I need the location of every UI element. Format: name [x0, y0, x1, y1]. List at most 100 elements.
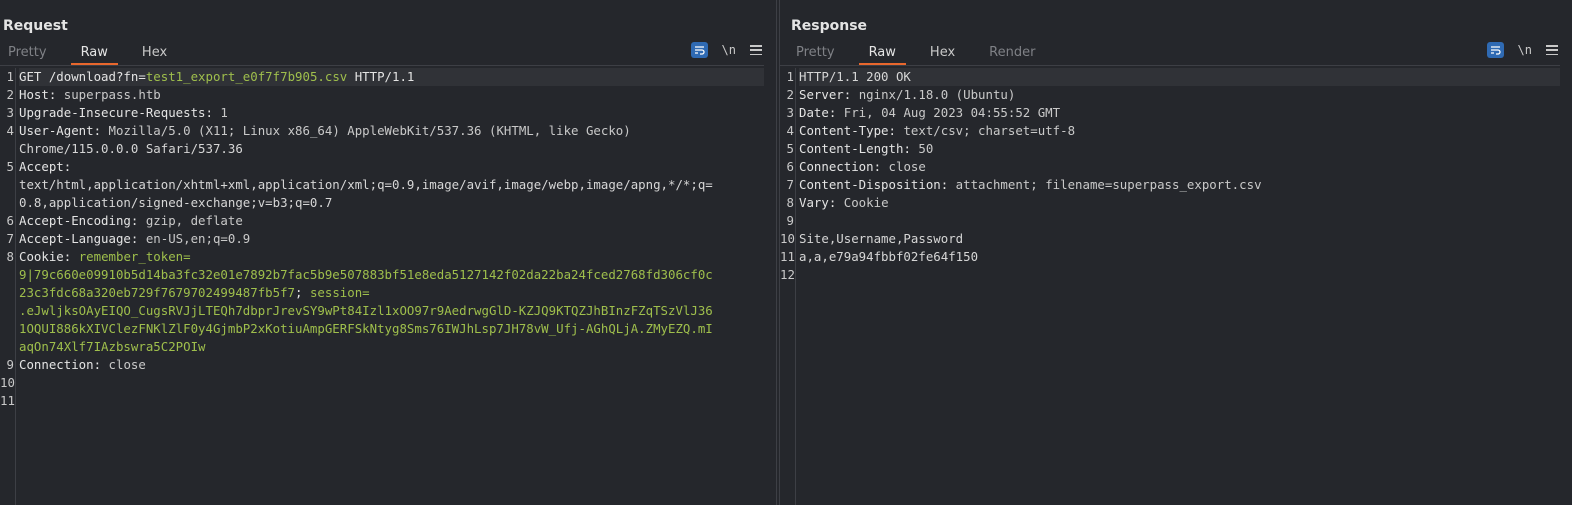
line-number: 2	[6, 87, 14, 102]
code-line[interactable]: 8 Cookie: remember_token=	[0, 248, 764, 266]
line-content: Upgrade-Insecure-Requests: 1	[19, 105, 228, 120]
request-tab-divider	[0, 65, 764, 66]
code-line[interactable]: 9 Connection: close	[0, 356, 764, 374]
header-value: Cookie	[843, 195, 889, 210]
header-value: 1	[220, 105, 228, 120]
response-tabs: Pretty Raw Hex Render	[788, 44, 1061, 66]
code-line[interactable]: 5 Content-Length: 50	[780, 140, 1560, 158]
code-line[interactable]: 7 Accept-Language: en-US,en;q=0.9	[0, 230, 764, 248]
header-value: Fri, 04 Aug 2023 04:55:52 GMT	[843, 105, 1061, 120]
line-content: Accept:	[19, 159, 79, 174]
wrap-icon	[1490, 46, 1501, 55]
header-name: Connection	[799, 159, 874, 174]
param-value: .eJwljksOAyEIQO_CugsRVJjLTEQh7dbprJrevSY…	[19, 303, 713, 318]
request-tab-pretty[interactable]: Pretty	[8, 44, 47, 65]
code-line[interactable]: 6 Accept-Encoding: gzip, deflate	[0, 212, 764, 230]
code-line[interactable]: 0.8,application/signed-exchange;v=b3;q=0…	[0, 194, 764, 212]
header-name: Vary	[799, 195, 829, 210]
request-tabs: Pretty Raw Hex	[0, 44, 193, 66]
header-value: close	[108, 357, 146, 372]
header-value: 50	[918, 141, 934, 156]
line-content: Accept-Language: en-US,en;q=0.9	[19, 231, 251, 246]
line-content: Server: nginx/1.18.0 (Ubuntu)	[799, 87, 1016, 102]
header-name: Content-Disposition	[799, 177, 941, 192]
request-newline-toggle[interactable]: \n	[722, 43, 736, 57]
code-line[interactable]: 1 GET /download?fn=test1_export_e0f7f7b90…	[0, 68, 764, 86]
code-line[interactable]: 2 Host: superpass.htb	[0, 86, 764, 104]
code-line[interactable]: 1OQUI886kXIVClezFNKlZlF0y4GjmbP2xKotiuAm…	[0, 320, 764, 338]
line-number: 5	[6, 159, 14, 174]
code-line[interactable]: 8 Vary: Cookie	[780, 194, 1560, 212]
code-line[interactable]: 11	[0, 392, 764, 410]
response-editor[interactable]: 1 HTTP/1.1 200 OK 2 Server: nginx/1.18.0 (U…	[780, 68, 1560, 505]
request-editor[interactable]: 1 GET /download?fn=test1_export_e0f7f7b90…	[0, 68, 764, 505]
header-value: gzip, deflate	[145, 213, 243, 228]
code-line[interactable]: 7 Content-Disposition: attachment; filena…	[780, 176, 1560, 194]
response-wrap-button[interactable]	[1486, 42, 1504, 58]
code-line[interactable]: 2 Server: nginx/1.18.0 (Ubuntu)	[780, 86, 1560, 104]
code-line[interactable]: 10	[0, 374, 764, 392]
line-content: Content-Type: text/csv; charset=utf-8	[799, 123, 1076, 138]
header-name: Date	[799, 105, 829, 120]
header-name: Host	[19, 87, 49, 102]
line-number: 6	[6, 213, 14, 228]
code-line[interactable]: 6 Connection: close	[780, 158, 1560, 176]
line-number: 10	[780, 231, 795, 246]
header-name: Accept-Language	[19, 231, 131, 246]
line-content: 1OQUI886kXIVClezFNKlZlF0y4GjmbP2xKotiuAm…	[19, 320, 764, 338]
line-number: 5	[786, 141, 794, 156]
header-value: close	[888, 159, 926, 174]
line-content: 23c3fdc68a320eb729f7679702499487fb5f7; s…	[19, 285, 370, 300]
code-line[interactable]: 12	[780, 266, 1560, 284]
line-content: GET /download?fn=test1_export_e0f7f7b905…	[19, 68, 764, 86]
header-value: superpass.htb	[63, 87, 161, 102]
code-line[interactable]: 9	[780, 212, 1560, 230]
response-tab-hex[interactable]: Hex	[930, 44, 955, 65]
line-content: Date: Fri, 04 Aug 2023 04:55:52 GMT	[799, 105, 1061, 120]
request-pane: Request Pretty Raw Hex \n 1 GET /download…	[0, 0, 777, 505]
request-title: Request	[3, 18, 68, 34]
param-value: 23c3fdc68a320eb729f7679702499487fb5f7	[19, 285, 296, 300]
line-content: HTTP/1.1 200 OK	[799, 68, 1560, 86]
line-content: text/html,application/xhtml+xml,applicat…	[19, 177, 713, 192]
line-content: Vary: Cookie	[799, 195, 889, 210]
response-tab-render[interactable]: Render	[989, 44, 1035, 65]
wrap-icon	[694, 46, 705, 55]
line-content: .eJwljksOAyEIQO_CugsRVJjLTEQh7dbprJrevSY…	[19, 302, 764, 320]
code-line[interactable]: 1 HTTP/1.1 200 OK	[780, 68, 1560, 86]
line-content: Connection: close	[19, 357, 146, 372]
code-line[interactable]: 4 User-Agent: Mozilla/5.0 (X11; Linux x86…	[0, 122, 764, 140]
header-value: en-US,en;q=0.9	[145, 231, 251, 246]
line-number: 10	[0, 375, 15, 390]
menu-icon[interactable]	[750, 45, 762, 55]
code-line[interactable]: 5 Accept:	[0, 158, 764, 176]
header-name: Accept-Encoding	[19, 213, 131, 228]
menu-icon[interactable]	[1546, 45, 1558, 55]
code-line[interactable]: .eJwljksOAyEIQO_CugsRVJjLTEQh7dbprJrevSY…	[0, 302, 764, 320]
code-line[interactable]: 3 Upgrade-Insecure-Requests: 1	[0, 104, 764, 122]
line-content: Accept-Encoding: gzip, deflate	[19, 213, 243, 228]
response-tab-raw[interactable]: Raw	[858, 44, 906, 65]
line-number: 11	[780, 249, 795, 264]
line-content: Content-Disposition: attachment; filenam…	[799, 177, 1262, 192]
code-line[interactable]: 11 a,a,e79a94fbbf02fe64f150	[780, 248, 1560, 266]
request-wrap-button[interactable]	[690, 42, 708, 58]
request-tab-raw[interactable]: Raw	[70, 44, 118, 65]
code-line[interactable]: Chrome/115.0.0.0 Safari/537.36	[0, 140, 764, 158]
response-tab-pretty[interactable]: Pretty	[796, 44, 835, 65]
line-content: Content-Length: 50	[799, 141, 934, 156]
code-line[interactable]: 10 Site,Username,Password	[780, 230, 1560, 248]
code-line[interactable]: 4 Content-Type: text/csv; charset=utf-8	[780, 122, 1560, 140]
response-newline-toggle[interactable]: \n	[1518, 43, 1532, 57]
response-toolbar: \n	[1486, 42, 1558, 58]
code-line[interactable]: aqOn74Xlf7IAzbswra5C2POIw	[0, 338, 764, 356]
line-number: 4	[786, 123, 794, 138]
code-line[interactable]: text/html,application/xhtml+xml,applicat…	[0, 176, 764, 194]
code-line[interactable]: 23c3fdc68a320eb729f7679702499487fb5f7; s…	[0, 284, 764, 302]
code-line[interactable]: 3 Date: Fri, 04 Aug 2023 04:55:52 GMT	[780, 104, 1560, 122]
line-content: Site,Username,Password	[799, 231, 964, 246]
code-line[interactable]: 9|79c660e09910b5d14ba3fc32e01e7892b7fac5…	[0, 266, 764, 284]
line-number: 3	[6, 105, 14, 120]
line-number: 8	[6, 249, 14, 264]
request-tab-hex[interactable]: Hex	[142, 44, 167, 65]
